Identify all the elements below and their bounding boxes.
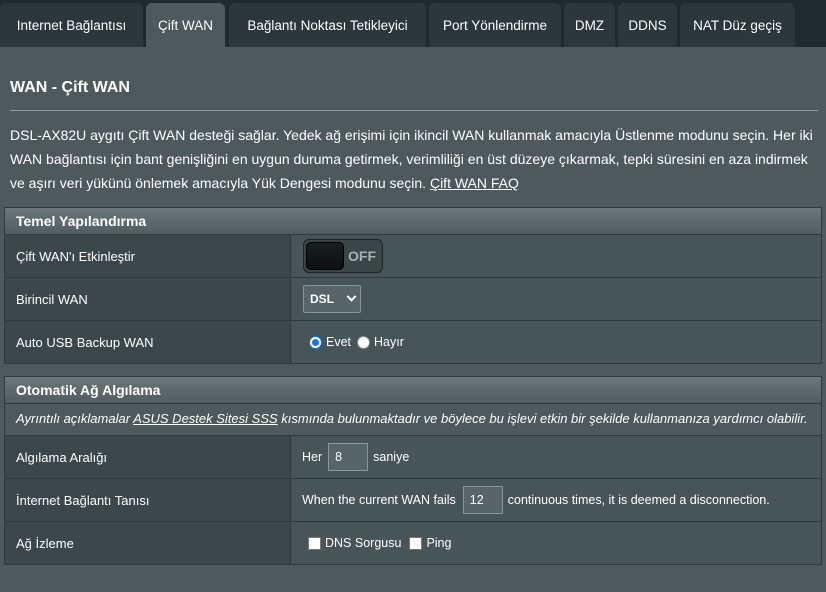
interval-prefix: Her [302, 450, 323, 464]
dual-wan-toggle[interactable]: OFF [303, 239, 383, 273]
interval-input[interactable]: 8 [328, 443, 369, 471]
main-content: WAN - Çift WAN DSL-AX82U aygıtı Çift WAN… [0, 47, 826, 592]
diagnosis-prefix: When the current WAN fails [302, 493, 456, 507]
note-text: Ayrıntılı açıklamalar [16, 411, 131, 426]
chevron-down-icon [346, 291, 357, 302]
checkbox-label: Ping [426, 536, 452, 550]
diagnosis-suffix: continuous times, it is deemed a disconn… [507, 493, 770, 507]
tab-label: Bağlantı Noktası Tetikleyici [247, 17, 408, 33]
usb-backup-yes-radio[interactable] [309, 335, 322, 349]
radio-label: Evet [326, 335, 352, 349]
field-label: Auto USB Backup WAN [5, 321, 291, 363]
tab-label: Çift WAN [158, 17, 213, 33]
field-label: Algılama Aralığı [5, 436, 291, 478]
usb-backup-no-radio[interactable] [357, 335, 371, 349]
tab-nat-passthrough[interactable]: NAT Düz geçiş [680, 3, 795, 47]
field-label: Ağ İzleme [5, 522, 291, 564]
tab-label: Port Yönlendirme [442, 17, 548, 33]
asus-support-faq-link[interactable]: ASUS Destek Sitesi SSS [133, 411, 278, 426]
field-label: Birincil WAN [5, 278, 291, 320]
enable-dual-wan-row: Çift WAN'ı Etkinleştir OFF [4, 235, 822, 278]
tab-label: Internet Bağlantısı [16, 17, 127, 33]
tab-ddns[interactable]: DDNS [618, 3, 677, 47]
detection-note: Ayrıntılı açıklamalar ASUS Destek Sitesi… [4, 404, 822, 436]
tab-label: DDNS [628, 17, 667, 33]
detection-interval-row: Algılama Aralığı Her 8 saniye [4, 436, 822, 479]
network-monitoring-row: Ağ İzleme DNS Sorgusu Ping [4, 522, 822, 565]
primary-wan-select[interactable]: DSL [303, 285, 361, 313]
tab-label: NAT Düz geçiş [693, 17, 782, 33]
tab-port-trigger[interactable]: Bağlantı Noktası Tetikleyici [229, 3, 426, 47]
page-description: DSL-AX82U aygıtı Çift WAN desteği sağlar… [10, 123, 818, 195]
dns-query-checkbox[interactable] [308, 536, 321, 550]
toggle-knob [306, 242, 344, 270]
tab-label: DMZ [574, 17, 605, 33]
dual-wan-faq-link[interactable]: Çift WAN FAQ [430, 175, 519, 191]
radio-label: Hayır [374, 335, 404, 349]
connection-diagnosis-row: İnternet Bağlantı Tanısı When the curren… [4, 479, 822, 522]
select-value: DSL [310, 292, 334, 306]
basic-config-section: Temel Yapılandırma Çift WAN'ı Etkinleşti… [4, 207, 822, 364]
section-header: Otomatik Ağ Algılama [4, 376, 822, 404]
toggle-state: OFF [348, 248, 376, 264]
tab-port-forwarding[interactable]: Port Yönlendirme [429, 3, 561, 47]
tab-dual-wan[interactable]: Çift WAN [146, 3, 225, 47]
auto-usb-backup-row: Auto USB Backup WAN Evet Hayır [4, 321, 822, 364]
field-label: Çift WAN'ı Etkinleştir [5, 235, 291, 277]
checkbox-label: DNS Sorgusu [325, 536, 402, 550]
page-title: WAN - Çift WAN [10, 79, 130, 96]
network-detection-section: Otomatik Ağ Algılama Ayrıntılı açıklamal… [4, 376, 822, 565]
ping-checkbox[interactable] [409, 536, 423, 550]
fail-count-input[interactable]: 12 [462, 486, 503, 514]
tab-bar: Internet Bağlantısı Çift WAN Bağlantı No… [0, 0, 826, 47]
title-divider [10, 110, 818, 111]
description-text: DSL-AX82U aygıtı Çift WAN desteği sağlar… [10, 127, 813, 191]
field-label: İnternet Bağlantı Tanısı [5, 479, 291, 521]
note-text: kısmında bulunmaktadır ve böylece bu işl… [281, 411, 808, 426]
tab-dmz[interactable]: DMZ [564, 3, 615, 47]
tab-internet-connection[interactable]: Internet Bağlantısı [0, 3, 143, 47]
section-header: Temel Yapılandırma [4, 207, 822, 235]
primary-wan-row: Birincil WAN DSL [4, 278, 822, 321]
interval-suffix: saniye [373, 450, 410, 464]
